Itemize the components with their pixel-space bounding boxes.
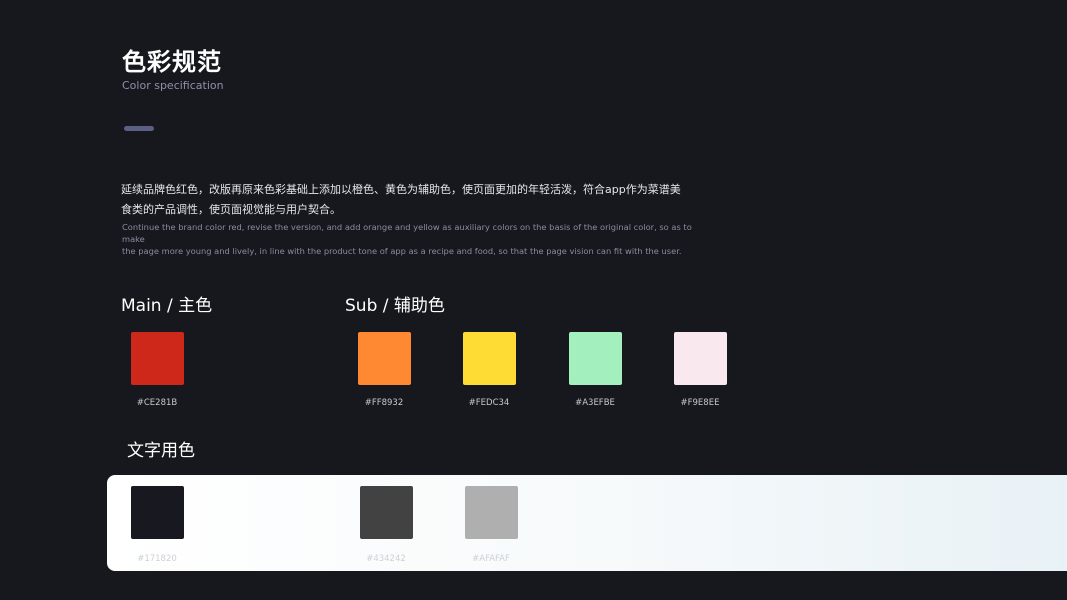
sub-color-code-orange: #FF8932 <box>364 398 404 408</box>
main-color-swatch <box>131 332 184 385</box>
text-color-swatch-light <box>465 486 518 539</box>
sub-color-code-pink: #F9E8EE <box>680 398 720 408</box>
accent-divider <box>124 126 154 131</box>
sub-color-heading: Sub / 辅助色 <box>345 296 445 316</box>
text-color-code-light: #AFAFAF <box>472 554 510 564</box>
sub-color-swatch-green <box>569 332 622 385</box>
sub-color-swatch-yellow <box>463 332 516 385</box>
sub-color-swatch-pink <box>674 332 727 385</box>
description-en-line-1: Continue the brand color red, revise the… <box>122 222 692 244</box>
page-subtitle: Color specification <box>122 79 224 92</box>
sub-color-code-green: #A3EFBE <box>575 398 615 408</box>
text-color-heading: 文字用色 <box>127 441 195 461</box>
text-color-swatch-dark <box>131 486 184 539</box>
main-color-code: #CE281B <box>136 398 178 408</box>
text-color-code-dark: #171820 <box>137 554 177 564</box>
sub-color-code-yellow: #FEDC34 <box>468 398 510 408</box>
description-en-line-2: the page more young and lively, in line … <box>122 246 682 256</box>
description-chinese: 延续品牌色红色，改版再原来色彩基础上添加以橙色、黄色为辅助色，使页面更加的年轻活… <box>121 180 696 220</box>
text-color-swatch-gray <box>360 486 413 539</box>
description-cn-line-1: 延续品牌色红色，改版再原来色彩基础上添加以橙色、黄色为辅助色，使页面更加的年轻活… <box>121 183 681 196</box>
text-color-panel <box>107 475 1067 571</box>
main-color-heading: Main / 主色 <box>121 296 213 316</box>
description-cn-line-2: 食类的产品调性，使页面视觉能与用户契合。 <box>121 203 341 216</box>
sub-color-swatch-orange <box>358 332 411 385</box>
description-english: Continue the brand color red, revise the… <box>122 221 702 257</box>
page-title: 色彩规范 <box>122 48 222 76</box>
text-color-code-gray: #434242 <box>366 554 406 564</box>
